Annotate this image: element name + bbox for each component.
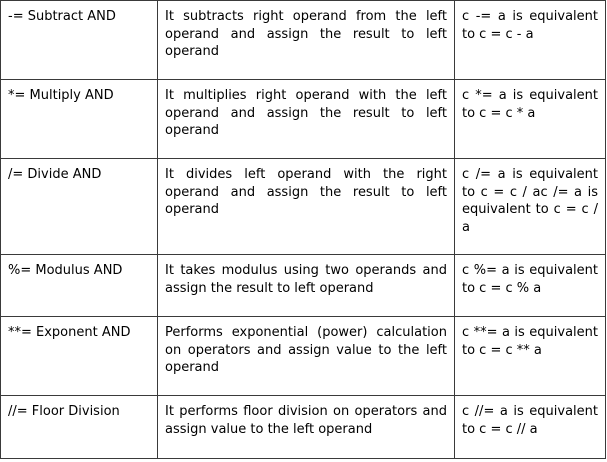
table-row: *= Multiply AND It multiplies right oper… <box>0 79 606 159</box>
example-cell: c *= a is equivalent to c = c * a <box>454 79 606 159</box>
table-row: %= Modulus AND It takes modulus using tw… <box>0 254 606 317</box>
operator-cell: //= Floor Division <box>0 395 158 459</box>
table-row: -= Subtract AND It subtracts right opera… <box>0 0 606 80</box>
example-cell: c %= a is equivalent to c = c % a <box>454 254 606 317</box>
example-cell: c /= a is equivalent to c = c / ac /= a … <box>454 158 606 255</box>
description-cell: It divides left operand with the right o… <box>157 158 455 255</box>
example-cell: c -= a is equivalent to c = c - a <box>454 0 606 80</box>
description-cell: Performs exponential (power) calculation… <box>157 316 455 396</box>
operator-cell: %= Modulus AND <box>0 254 158 317</box>
operator-cell: /= Divide AND <box>0 158 158 255</box>
table-row: /= Divide AND It divides left operand wi… <box>0 158 606 255</box>
operator-cell: -= Subtract AND <box>0 0 158 80</box>
operators-table: -= Subtract AND It subtracts right opera… <box>0 0 606 459</box>
operator-cell: **= Exponent AND <box>0 316 158 396</box>
description-cell: It performs floor division on operators … <box>157 395 455 459</box>
description-cell: It subtracts right operand from the left… <box>157 0 455 80</box>
description-cell: It multiplies right operand with the lef… <box>157 79 455 159</box>
example-cell: c //= a is equivalent to c = c // a <box>454 395 606 459</box>
table-row: **= Exponent AND Performs exponential (p… <box>0 316 606 396</box>
table-row: //= Floor Division It performs floor div… <box>0 395 606 459</box>
description-cell: It takes modulus using two operands and … <box>157 254 455 317</box>
example-cell: c **= a is equivalent to c = c ** a <box>454 316 606 396</box>
operator-cell: *= Multiply AND <box>0 79 158 159</box>
